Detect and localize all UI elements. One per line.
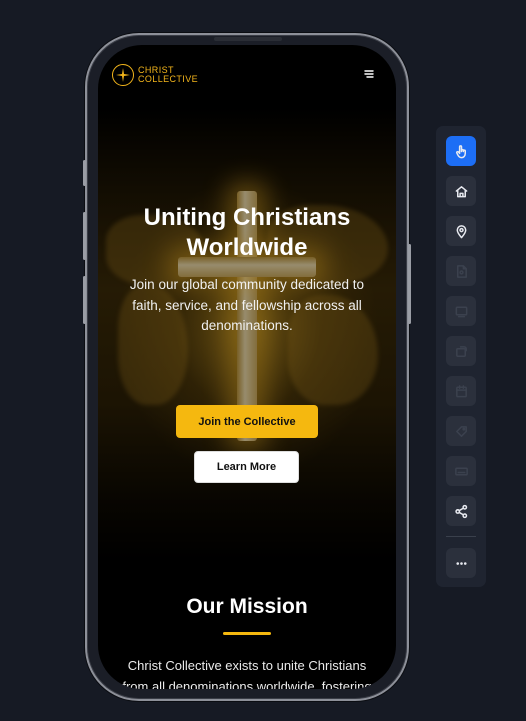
phone-volume-up-button	[83, 212, 86, 260]
mission-title: Our Mission	[186, 595, 308, 618]
phone-screen: Uniting Christians Worldwide Join our gl…	[98, 45, 396, 689]
location-tool[interactable]	[446, 216, 476, 246]
menu-icon[interactable]	[363, 69, 374, 81]
hand-pointer-icon	[455, 144, 466, 158]
more-tool[interactable]	[446, 548, 476, 578]
file-tool[interactable]	[446, 256, 476, 286]
more-icon	[455, 561, 467, 565]
hero-section: Uniting Christians Worldwide Join our gl…	[98, 105, 396, 565]
keyboard-icon	[454, 466, 468, 476]
share-tool[interactable]	[446, 496, 476, 526]
map-pin-icon	[456, 224, 466, 238]
toolbar-divider	[446, 536, 476, 537]
brand-name: CHRIST COLLECTIVE	[138, 66, 198, 84]
home-tool[interactable]	[446, 176, 476, 206]
file-search-icon	[456, 264, 467, 278]
rotate-tool[interactable]	[446, 336, 476, 366]
hero-title: Uniting Christians Worldwide	[143, 204, 351, 261]
join-collective-button[interactable]: Join the Collective	[176, 405, 318, 438]
tag-tool[interactable]	[446, 416, 476, 446]
phone-power-button	[408, 244, 411, 324]
screen-icon	[455, 306, 467, 317]
screen-tool[interactable]	[446, 296, 476, 326]
calendar-tool[interactable]	[446, 376, 476, 406]
brand-logo[interactable]: CHRIST COLLECTIVE	[112, 64, 198, 86]
home-icon	[455, 185, 467, 197]
share-icon	[454, 504, 467, 518]
hero-subtitle: Join our global community dedicated to f…	[129, 277, 365, 333]
tag-icon	[455, 425, 467, 437]
learn-more-button[interactable]: Learn More	[194, 451, 299, 483]
pointer-tool[interactable]	[446, 136, 476, 166]
mission-divider	[223, 632, 271, 635]
rotate-icon	[455, 345, 467, 357]
phone-side-button	[83, 160, 86, 186]
keyboard-tool[interactable]	[446, 456, 476, 486]
device-toolbar	[436, 126, 486, 587]
site-header: CHRIST COLLECTIVE	[98, 45, 396, 105]
calendar-icon	[455, 384, 467, 397]
cross-star-icon	[112, 64, 134, 86]
phone-volume-down-button	[83, 276, 86, 324]
phone-speaker	[214, 37, 282, 41]
brand-line-2: COLLECTIVE	[138, 74, 199, 84]
mission-text: Christ Collective exists to unite Christ…	[122, 658, 372, 689]
